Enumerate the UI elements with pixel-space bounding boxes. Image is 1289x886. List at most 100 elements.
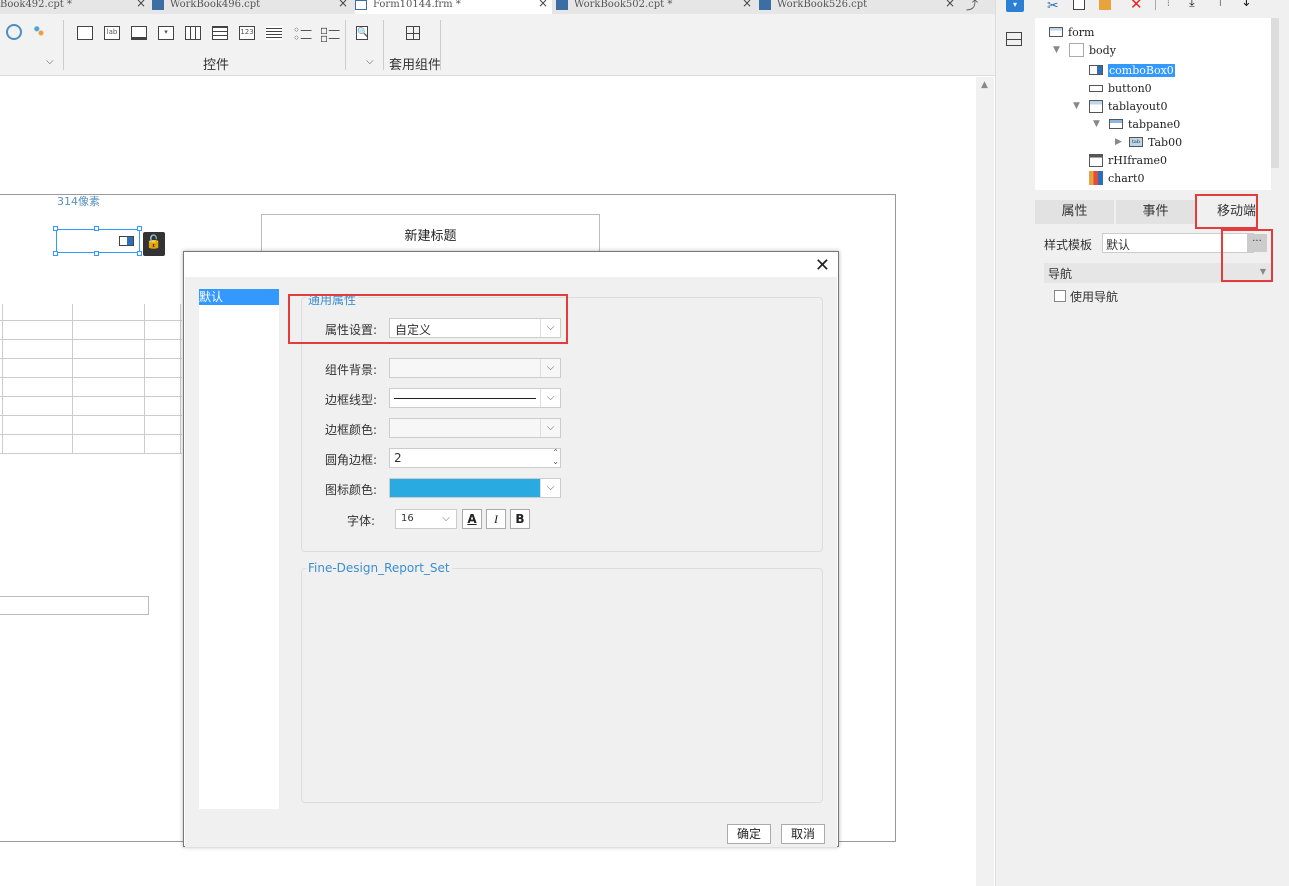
text-input-widget[interactable] [0,596,149,615]
tree-node-combobox[interactable]: comboBox0 [1089,64,1175,77]
button-widget-icon[interactable] [131,26,147,40]
resize-handle[interactable] [137,251,142,256]
corner-radius-spinner[interactable]: 2 ⌃ ⌄ [389,448,561,468]
icon-color-select[interactable]: ⌵ [389,478,561,498]
tree-node-chart[interactable]: chart0 [1089,171,1144,186]
resize-handle[interactable] [137,226,142,231]
ok-button[interactable]: 确定 [727,824,771,844]
chevron-down-icon: ⌵ [540,419,560,437]
close-icon[interactable]: × [945,0,955,9]
close-icon[interactable]: × [338,0,348,9]
report-table-widget[interactable] [0,304,182,454]
tree-node-tab00[interactable]: tab Tab00 [1129,136,1182,149]
radar-chart-icon[interactable] [6,24,22,40]
date-widget-icon[interactable] [185,26,201,40]
tree-node-button[interactable]: button0 [1089,82,1152,95]
move-top-icon[interactable]: ⇡ [1163,0,1174,10]
collapse-arrow-icon[interactable]: ▼ [1053,45,1060,55]
italic-button[interactable]: I [486,509,506,529]
spinner-arrows-icon[interactable]: ⌃ ⌄ [552,448,559,466]
component-background-select[interactable]: ⌵ [389,358,561,378]
close-icon[interactable]: × [136,0,146,9]
tree-node-form[interactable]: form [1049,26,1094,39]
resize-handle[interactable] [53,226,58,231]
table-widget-icon[interactable] [212,26,228,40]
resize-handle[interactable] [53,251,58,256]
delete-icon[interactable]: ✕ [1130,0,1143,13]
scroll-up-icon[interactable]: ▲ [981,80,988,90]
border-color-label: 边框颜色: [324,423,377,437]
search-widget-icon[interactable]: 🔍 [356,26,368,40]
close-icon[interactable]: ✕ [815,255,830,276]
textbox-widget-icon[interactable] [77,26,93,40]
use-navigation-checkbox[interactable] [1054,290,1066,302]
tree-node-label-selected: comboBox0 [1108,64,1175,77]
combobox-dropdown-icon [119,236,134,246]
vertical-scrollbar[interactable]: ▲ [976,77,994,886]
font-color-button[interactable]: A [462,509,482,529]
tab-properties[interactable]: 属性 [1035,200,1114,224]
highlight-box [1221,229,1273,282]
style-list: 默认 [199,289,279,809]
style-list-item-label: 默认 [199,290,224,304]
tab-label: WorkBook496.cpt [170,0,261,10]
border-style-select[interactable]: ⌵ [389,388,561,408]
cancel-button[interactable]: 取消 [781,824,825,844]
combobox-widget-selected[interactable] [56,229,140,253]
tree-node-body[interactable]: body [1069,43,1116,58]
chevron-down-icon[interactable]: ⌵ [366,56,374,67]
border-color-select[interactable]: ⌵ [389,418,561,438]
unlock-icon[interactable]: 🔓 [143,232,165,256]
corner-radius-value: 2 [394,451,402,465]
workbook-icon [556,0,568,10]
resize-handle[interactable] [94,251,99,256]
workbook-icon [759,0,771,10]
tab-events[interactable]: 事件 [1116,200,1195,224]
workbook-icon [152,0,164,10]
tab-workbook502[interactable]: WorkBook502.cpt * × [556,0,756,14]
side-icon-strip: ▾ [995,0,1035,886]
tree-node-tablayout[interactable]: tablayout0 [1089,99,1167,114]
tab-book492[interactable]: Book492.cpt * × [0,0,150,14]
controls-group-label: 控件 [203,58,230,73]
close-icon[interactable]: × [538,0,548,9]
chevron-down-icon[interactable]: ⌵ [46,56,54,67]
chevron-down-icon: ⌵ [540,479,560,497]
tree-node-tabpane[interactable]: tabpane0 [1109,118,1180,131]
navigation-section-title: 导航 [1048,267,1073,281]
tab-workbook526[interactable]: WorkBook526.cpt × [759,0,959,14]
textarea-widget-icon[interactable] [266,26,282,40]
font-size-select[interactable]: 16 ⌵ [395,509,457,529]
checkbox-group-icon[interactable]: ▫— ▫— [320,24,340,44]
bold-button[interactable]: B [510,509,530,529]
preset-component-icon[interactable] [406,26,420,40]
expand-arrow-icon[interactable]: ▶ [1115,137,1122,147]
combobox-widget-icon[interactable]: ▾ [158,26,174,40]
resize-handle[interactable] [94,226,99,231]
title-widget[interactable]: 新建标题 [261,214,600,254]
number-widget-icon[interactable]: 123 [239,26,255,40]
move-up-icon[interactable]: ↑ [1215,0,1226,10]
layout-icon[interactable] [1006,32,1022,46]
widget-list-icon[interactable]: ▾ [1006,0,1024,12]
move-bottom-icon[interactable]: ⤓ [1189,0,1195,10]
cut-icon[interactable]: ✂ [1047,0,1059,14]
tree-node-iframe[interactable]: rHIframe0 [1089,153,1167,168]
style-list-item-default[interactable]: 默认 [199,289,279,305]
tree-scrollbar[interactable] [1271,18,1279,168]
scatter-chart-icon[interactable] [34,26,48,40]
tab-list-dropdown-icon[interactable]: ⤴ [966,0,992,14]
toolbar-divider [1155,0,1156,10]
tab-form10144[interactable]: Form10144.frm * × [355,0,552,14]
collapse-arrow-icon[interactable]: ▼ [1093,119,1100,129]
label-widget-icon[interactable]: lab [104,26,120,40]
copy-icon[interactable] [1073,0,1085,10]
paste-icon[interactable] [1099,0,1111,10]
tab-workbook496[interactable]: WorkBook496.cpt × [152,0,352,14]
radio-group-icon[interactable]: ◦— ◦— [293,24,312,44]
collapse-arrow-icon[interactable]: ▼ [1073,101,1080,111]
move-down-icon[interactable]: ↓ [1241,0,1252,10]
highlight-box [288,294,568,344]
tablayout-icon [1089,99,1103,113]
close-icon[interactable]: × [742,0,752,9]
